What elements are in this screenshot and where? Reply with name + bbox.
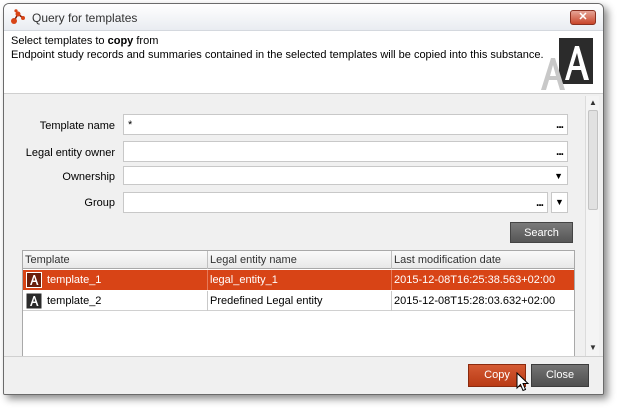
form-scrollbar[interactable]: ▲ ▼: [585, 96, 599, 356]
template-icon: [26, 272, 42, 288]
column-header-modified[interactable]: Last modification date: [394, 254, 501, 266]
column-header-template[interactable]: Template: [25, 254, 70, 266]
group-browse-button[interactable]: ...: [536, 195, 544, 209]
legal-entity-owner-input[interactable]: ...: [123, 141, 568, 162]
scroll-down-icon[interactable]: ▼: [586, 342, 600, 354]
row-modified-date: 2015-12-08T15:28:03.632+02:00: [394, 295, 556, 307]
mouse-pointer-icon: [516, 372, 530, 392]
instruction-suffix: from: [133, 35, 159, 47]
table-header: Template Legal entity name Last modifica…: [23, 251, 574, 269]
row-legal-entity: Predefined Legal entity: [210, 295, 323, 307]
instruction-line-2: Endpoint study records and summaries con…: [11, 49, 544, 61]
window-close-button[interactable]: ✕: [570, 10, 596, 25]
table-row[interactable]: template_1 legal_entity_1 2015-12-08T16:…: [23, 270, 574, 290]
iuclid-logo-icon: [541, 38, 593, 90]
cell-divider: [207, 291, 208, 311]
instruction-line-1: Select templates to copy from: [11, 35, 158, 47]
query-form: Template name * ... Legal entity owner .…: [9, 96, 584, 358]
group-label: Group: [84, 197, 115, 209]
row-template-name: template_2: [47, 295, 102, 307]
cell-divider: [391, 291, 392, 311]
query-templates-dialog: Query for templates ✕ Select templates t…: [3, 3, 604, 395]
app-molecule-icon: [11, 9, 25, 24]
search-button[interactable]: Search: [510, 222, 573, 243]
template-name-browse-button[interactable]: ...: [556, 117, 564, 131]
cell-divider: [207, 270, 208, 290]
chevron-down-icon[interactable]: ▼: [554, 171, 563, 181]
cell-divider: [391, 270, 392, 290]
dialog-title: Query for templates: [32, 11, 138, 25]
dialog-footer: Copy Close: [4, 356, 603, 394]
template-icon: [26, 293, 42, 309]
row-modified-date: 2015-12-08T16:25:38.563+02:00: [394, 274, 556, 286]
legal-entity-owner-browse-button[interactable]: ...: [556, 144, 564, 158]
instruction-prefix: Select templates to: [11, 35, 108, 47]
close-button[interactable]: Close: [531, 364, 589, 387]
column-divider[interactable]: [207, 251, 208, 269]
scroll-up-icon[interactable]: ▲: [586, 97, 600, 109]
row-template-name: template_1: [47, 274, 102, 286]
instruction-bold: copy: [107, 35, 134, 47]
template-name-label: Template name: [39, 120, 115, 132]
instruction-panel: Select templates to copy from Endpoint s…: [4, 31, 603, 94]
title-bar: Query for templates ✕: [4, 4, 603, 31]
table-row[interactable]: template_2 Predefined Legal entity 2015-…: [23, 291, 574, 311]
template-name-value: *: [128, 119, 133, 131]
column-header-legal-entity[interactable]: Legal entity name: [210, 254, 297, 266]
legal-entity-owner-label: Legal entity owner: [25, 147, 115, 159]
scrollbar-thumb[interactable]: [588, 110, 598, 210]
templates-table: Template Legal entity name Last modifica…: [22, 250, 575, 358]
row-legal-entity: legal_entity_1: [210, 274, 278, 286]
ownership-select[interactable]: ▼: [123, 166, 568, 185]
column-divider[interactable]: [391, 251, 392, 269]
group-dropdown-button[interactable]: ▼: [551, 192, 568, 213]
ownership-label: Ownership: [62, 171, 115, 183]
group-input[interactable]: ...: [123, 192, 548, 213]
template-name-input[interactable]: * ...: [123, 114, 568, 135]
